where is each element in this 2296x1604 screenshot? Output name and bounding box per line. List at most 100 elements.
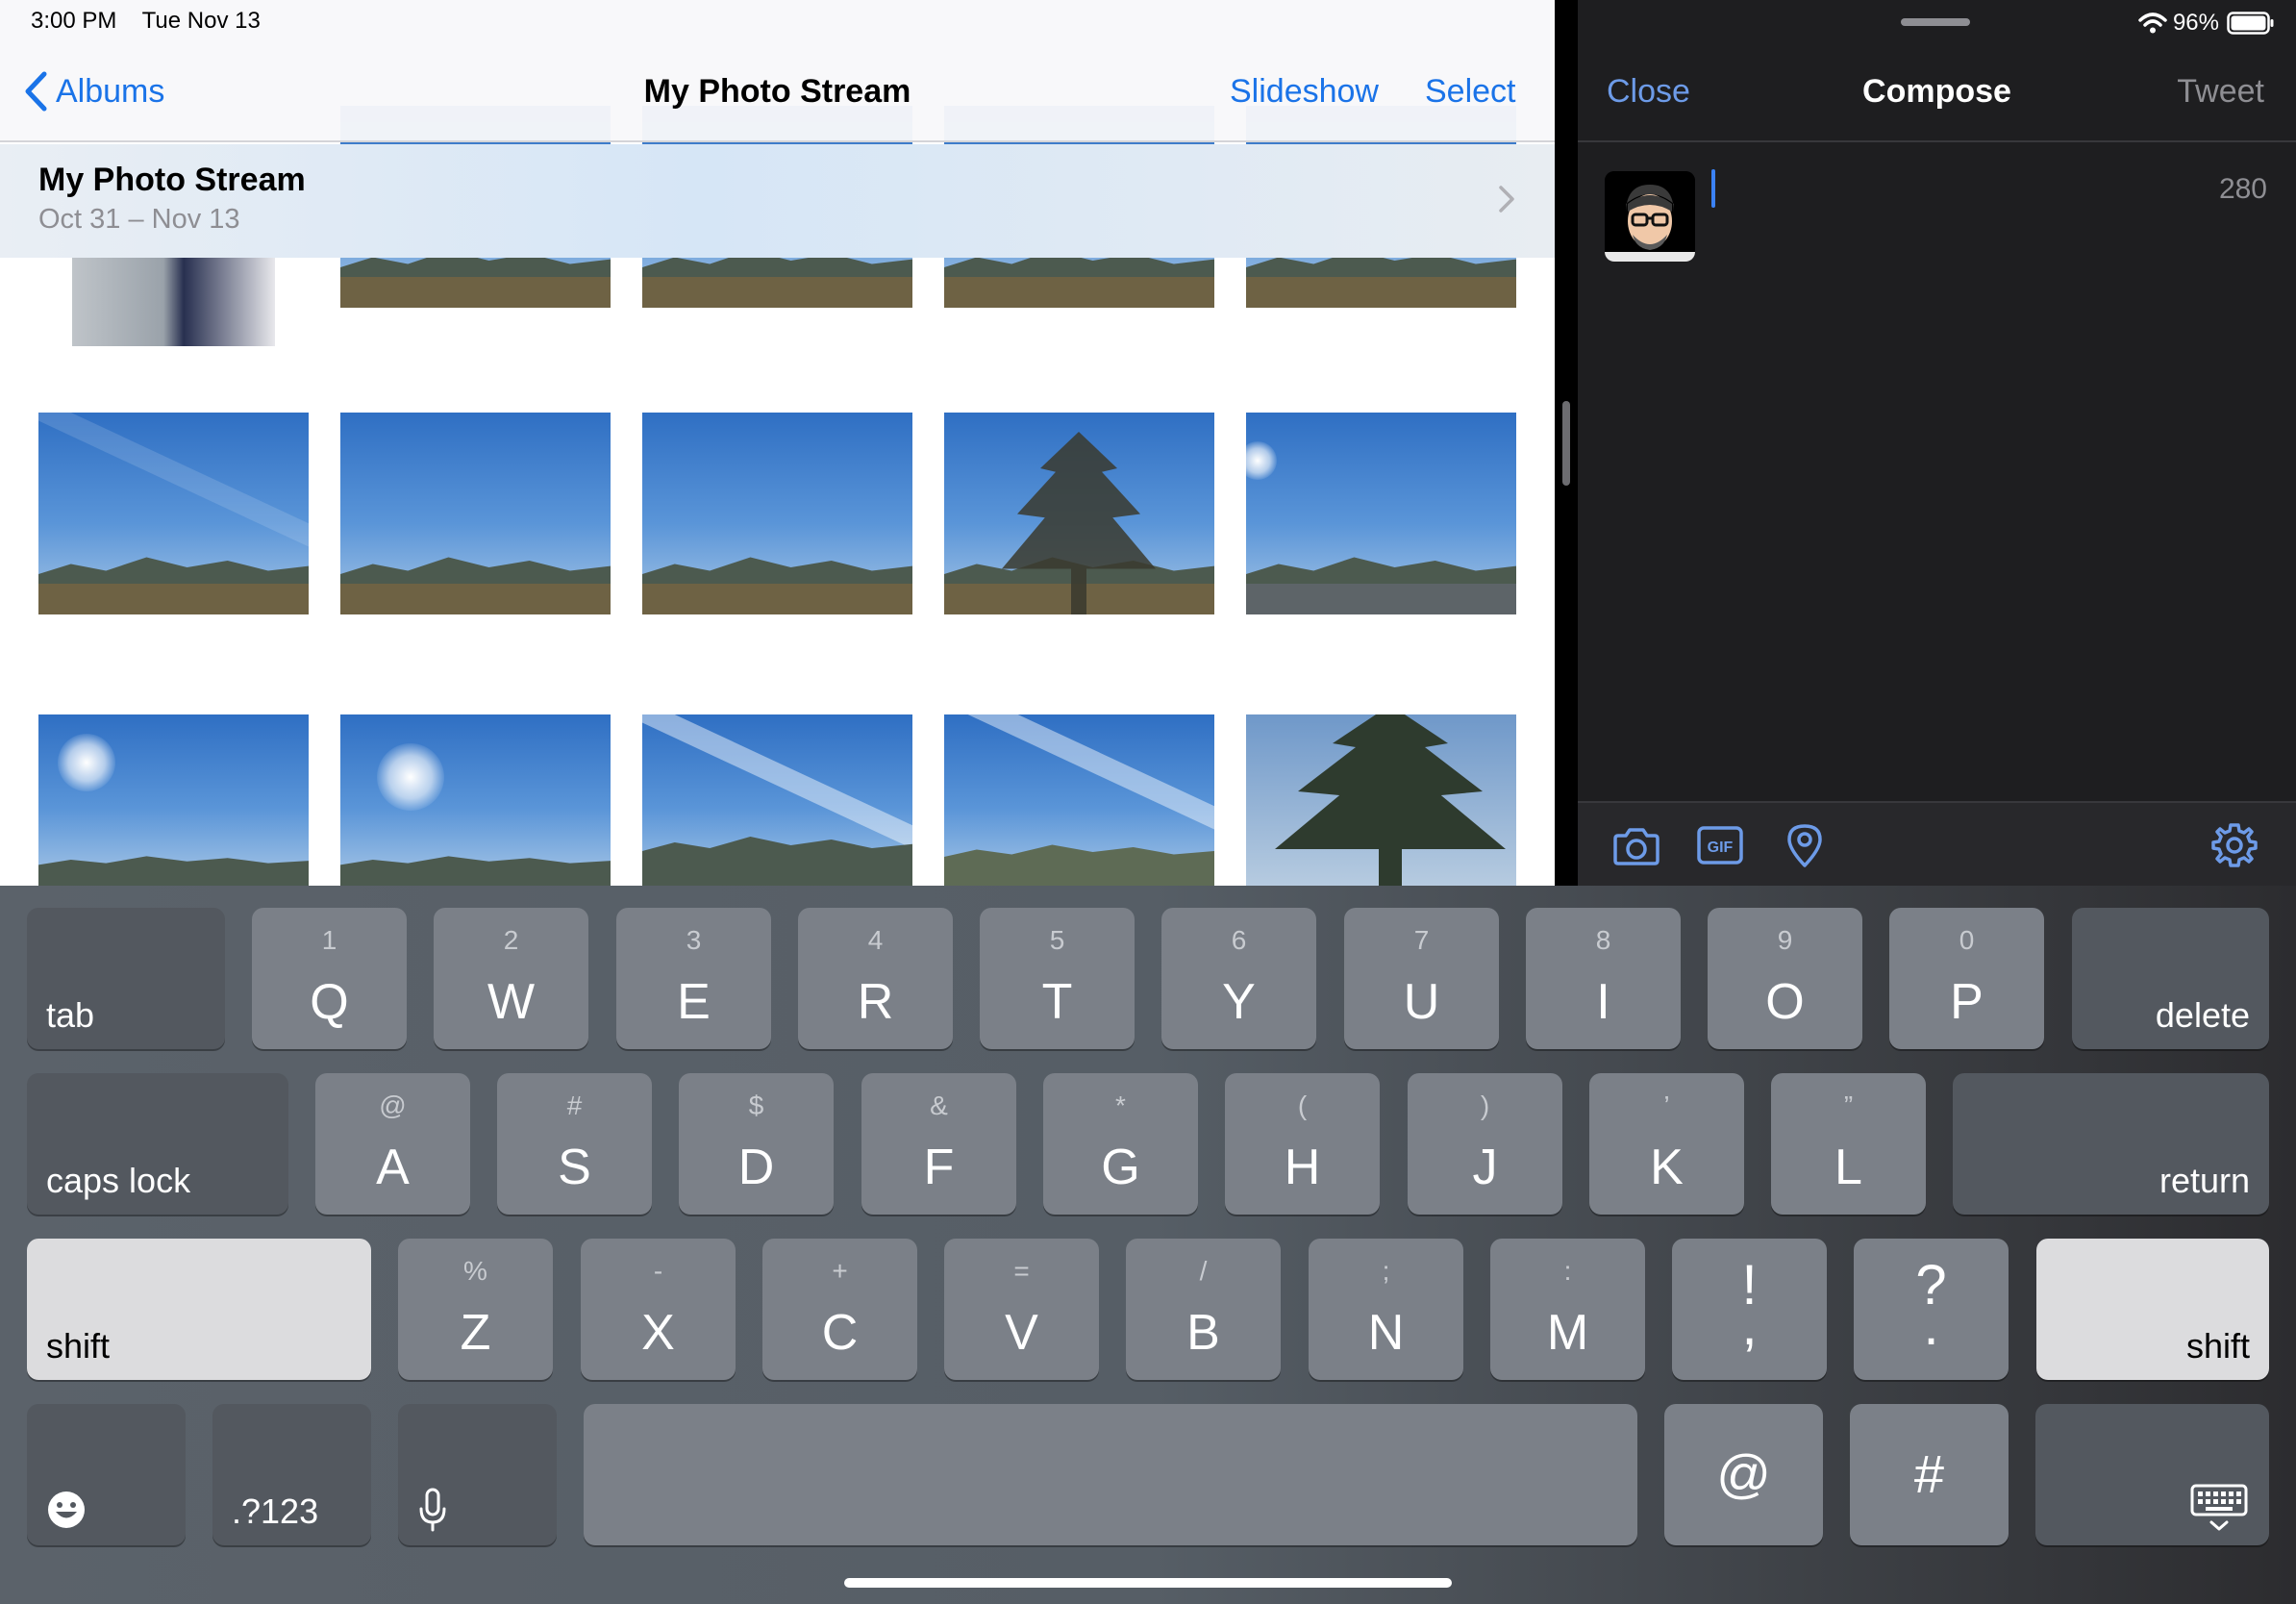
key-x[interactable]: -X [581, 1239, 736, 1380]
key-primary: G [1101, 1140, 1140, 1195]
key-primary: U [1403, 974, 1440, 1030]
key-w[interactable]: 2W [434, 908, 588, 1049]
tab-key[interactable]: tab [27, 908, 225, 1049]
key-h[interactable]: (H [1225, 1073, 1380, 1215]
key-o[interactable]: 9O [1708, 908, 1862, 1049]
key-secondary: 6 [1231, 925, 1247, 955]
software-keyboard: tab 1Q 2W 3E 4R 5T 6Y 7U 8I 9O 0P delete… [0, 886, 2296, 1604]
photo-thumbnail[interactable] [642, 714, 912, 886]
at-key[interactable]: @ [1664, 1404, 1823, 1545]
numbers-key-label: .?123 [232, 1491, 319, 1531]
key-primary: Y [1222, 974, 1256, 1030]
settings-button[interactable] [2209, 820, 2259, 870]
hash-key[interactable]: # [1850, 1404, 2009, 1545]
key-q[interactable]: 1Q [252, 908, 407, 1049]
key-g[interactable]: * G [1043, 1073, 1198, 1215]
photo-thumbnail[interactable] [944, 714, 1214, 886]
key-f[interactable]: & F [861, 1073, 1016, 1215]
status-bar-time: 3:00 PM Tue Nov 13 [31, 8, 261, 35]
hash-key-label: # [1913, 1443, 1945, 1504]
photo-thumbnail[interactable] [340, 714, 611, 886]
emoji-key[interactable] [27, 1404, 186, 1545]
key-question-period[interactable]: ? . [1854, 1239, 2009, 1380]
add-gif-button[interactable]: GIF [1695, 820, 1745, 870]
key-primary: P [1950, 974, 1984, 1030]
key-a[interactable]: @ A [315, 1073, 470, 1215]
photo-thumbnail[interactable] [944, 413, 1214, 614]
key-secondary: ; [1382, 1256, 1390, 1286]
key-secondary: 3 [686, 925, 702, 955]
key-primary: C [821, 1305, 859, 1361]
key-primary: H [1284, 1140, 1321, 1195]
dictation-key[interactable] [398, 1404, 557, 1545]
photo-thumbnail[interactable] [642, 413, 912, 614]
status-date: Tue Nov 13 [141, 8, 261, 34]
avatar[interactable] [1605, 171, 1695, 262]
key-bottom-glyph: , [1741, 1294, 1758, 1357]
dismiss-keyboard-key[interactable] [2035, 1404, 2269, 1545]
key-z[interactable]: % Z [398, 1239, 553, 1380]
delete-key-label: delete [2155, 995, 2250, 1035]
split-view-grip[interactable] [1562, 401, 1570, 486]
key-secondary: * [1115, 1090, 1126, 1120]
key-l[interactable]: ” L [1771, 1073, 1926, 1215]
key-k[interactable]: ’ K [1589, 1073, 1744, 1215]
character-count: 280 [2218, 173, 2267, 205]
battery-icon [2227, 12, 2274, 35]
photo-thumbnail[interactable] [340, 413, 611, 614]
key-r[interactable]: 4R [798, 908, 953, 1049]
key-u[interactable]: 7U [1344, 908, 1499, 1049]
gif-icon: GIF [1697, 826, 1743, 865]
key-secondary: @ [379, 1090, 407, 1120]
photo-thumbnail[interactable] [1246, 714, 1516, 886]
key-y[interactable]: 6Y [1161, 908, 1316, 1049]
key-primary: N [1367, 1305, 1405, 1361]
photo-thumbnail[interactable] [1246, 413, 1516, 614]
window-grabber[interactable] [1901, 18, 1970, 26]
key-v[interactable]: = V [944, 1239, 1099, 1380]
key-secondary: 9 [1777, 925, 1793, 955]
compose-toolbar: GIF [1578, 801, 2296, 886]
right-shift-key[interactable]: shift [2036, 1239, 2269, 1380]
status-time: 3:00 PM [31, 8, 117, 34]
key-secondary: = [1013, 1256, 1030, 1286]
caps-lock-key[interactable]: caps lock [27, 1073, 288, 1215]
key-exclamation-comma[interactable]: ! , [1672, 1239, 1827, 1380]
key-primary: L [1834, 1140, 1862, 1195]
key-primary: S [558, 1140, 591, 1195]
key-t[interactable]: 5T [980, 908, 1135, 1049]
key-m[interactable]: :M [1490, 1239, 1645, 1380]
photo-thumbnail[interactable] [38, 714, 309, 886]
key-p[interactable]: 0P [1889, 908, 2044, 1049]
space-bar[interactable] [584, 1404, 1637, 1545]
key-secondary: - [653, 1256, 663, 1286]
key-primary: F [923, 1140, 955, 1195]
select-button[interactable]: Select [1425, 73, 1516, 111]
microphone-icon [417, 1488, 448, 1532]
key-primary: M [1546, 1305, 1589, 1361]
add-photo-button[interactable] [1611, 820, 1661, 870]
key-n[interactable]: ; N [1309, 1239, 1463, 1380]
key-i[interactable]: 8I [1526, 908, 1681, 1049]
key-secondary: / [1199, 1256, 1208, 1286]
slideshow-button[interactable]: Slideshow [1230, 73, 1379, 111]
key-j[interactable]: ) J [1408, 1073, 1562, 1215]
photo-thumbnail[interactable] [38, 413, 309, 614]
left-shift-key[interactable]: shift [27, 1239, 371, 1380]
return-key[interactable]: return [1953, 1073, 2269, 1215]
photo-stream-section-header[interactable]: My Photo Stream Oct 31 – Nov 13 [0, 144, 1555, 258]
key-s[interactable]: # S [497, 1073, 652, 1215]
add-location-button[interactable] [1780, 820, 1830, 870]
chevron-right-icon [1499, 186, 1514, 213]
section-date-range: Oct 31 – Nov 13 [38, 204, 240, 235]
delete-key[interactable]: delete [2072, 908, 2269, 1049]
gear-icon [2211, 823, 2258, 867]
home-indicator[interactable] [844, 1578, 1452, 1588]
key-secondary: ’ [1663, 1090, 1670, 1120]
key-c[interactable]: + C [762, 1239, 917, 1380]
numbers-key[interactable]: .?123 [212, 1404, 371, 1545]
key-b[interactable]: / B [1126, 1239, 1281, 1380]
tweet-button[interactable]: Tweet [2177, 73, 2264, 111]
key-d[interactable]: $ D [679, 1073, 834, 1215]
key-e[interactable]: 3E [616, 908, 771, 1049]
